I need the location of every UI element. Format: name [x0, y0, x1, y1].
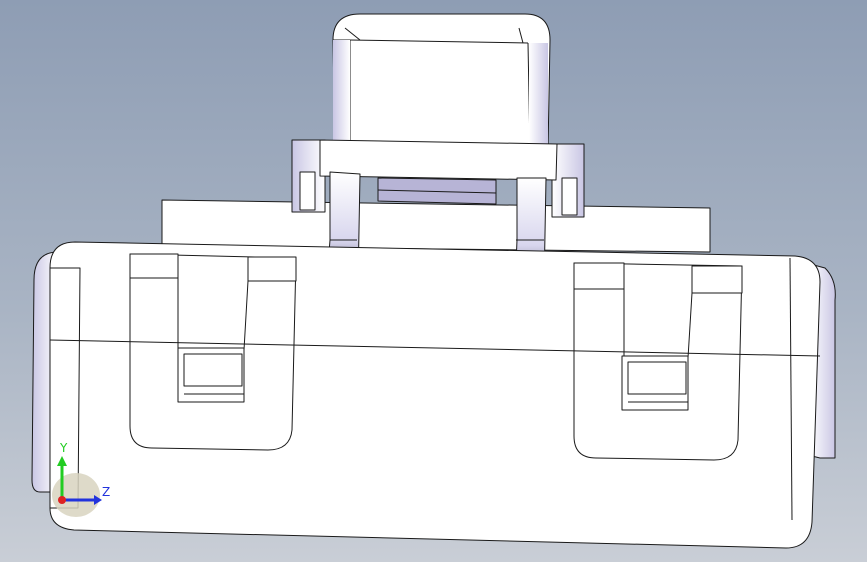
z-axis-label: Z	[102, 485, 111, 499]
graphics-viewport[interactable]: Y Z	[0, 0, 867, 562]
connector-3d-model[interactable]	[0, 0, 867, 562]
rear-block	[161, 199, 711, 253]
x-axis-dot	[58, 496, 66, 504]
latch-tower	[332, 13, 551, 151]
y-axis-label: Y	[60, 441, 68, 455]
reference-triad: Y Z	[40, 440, 120, 520]
